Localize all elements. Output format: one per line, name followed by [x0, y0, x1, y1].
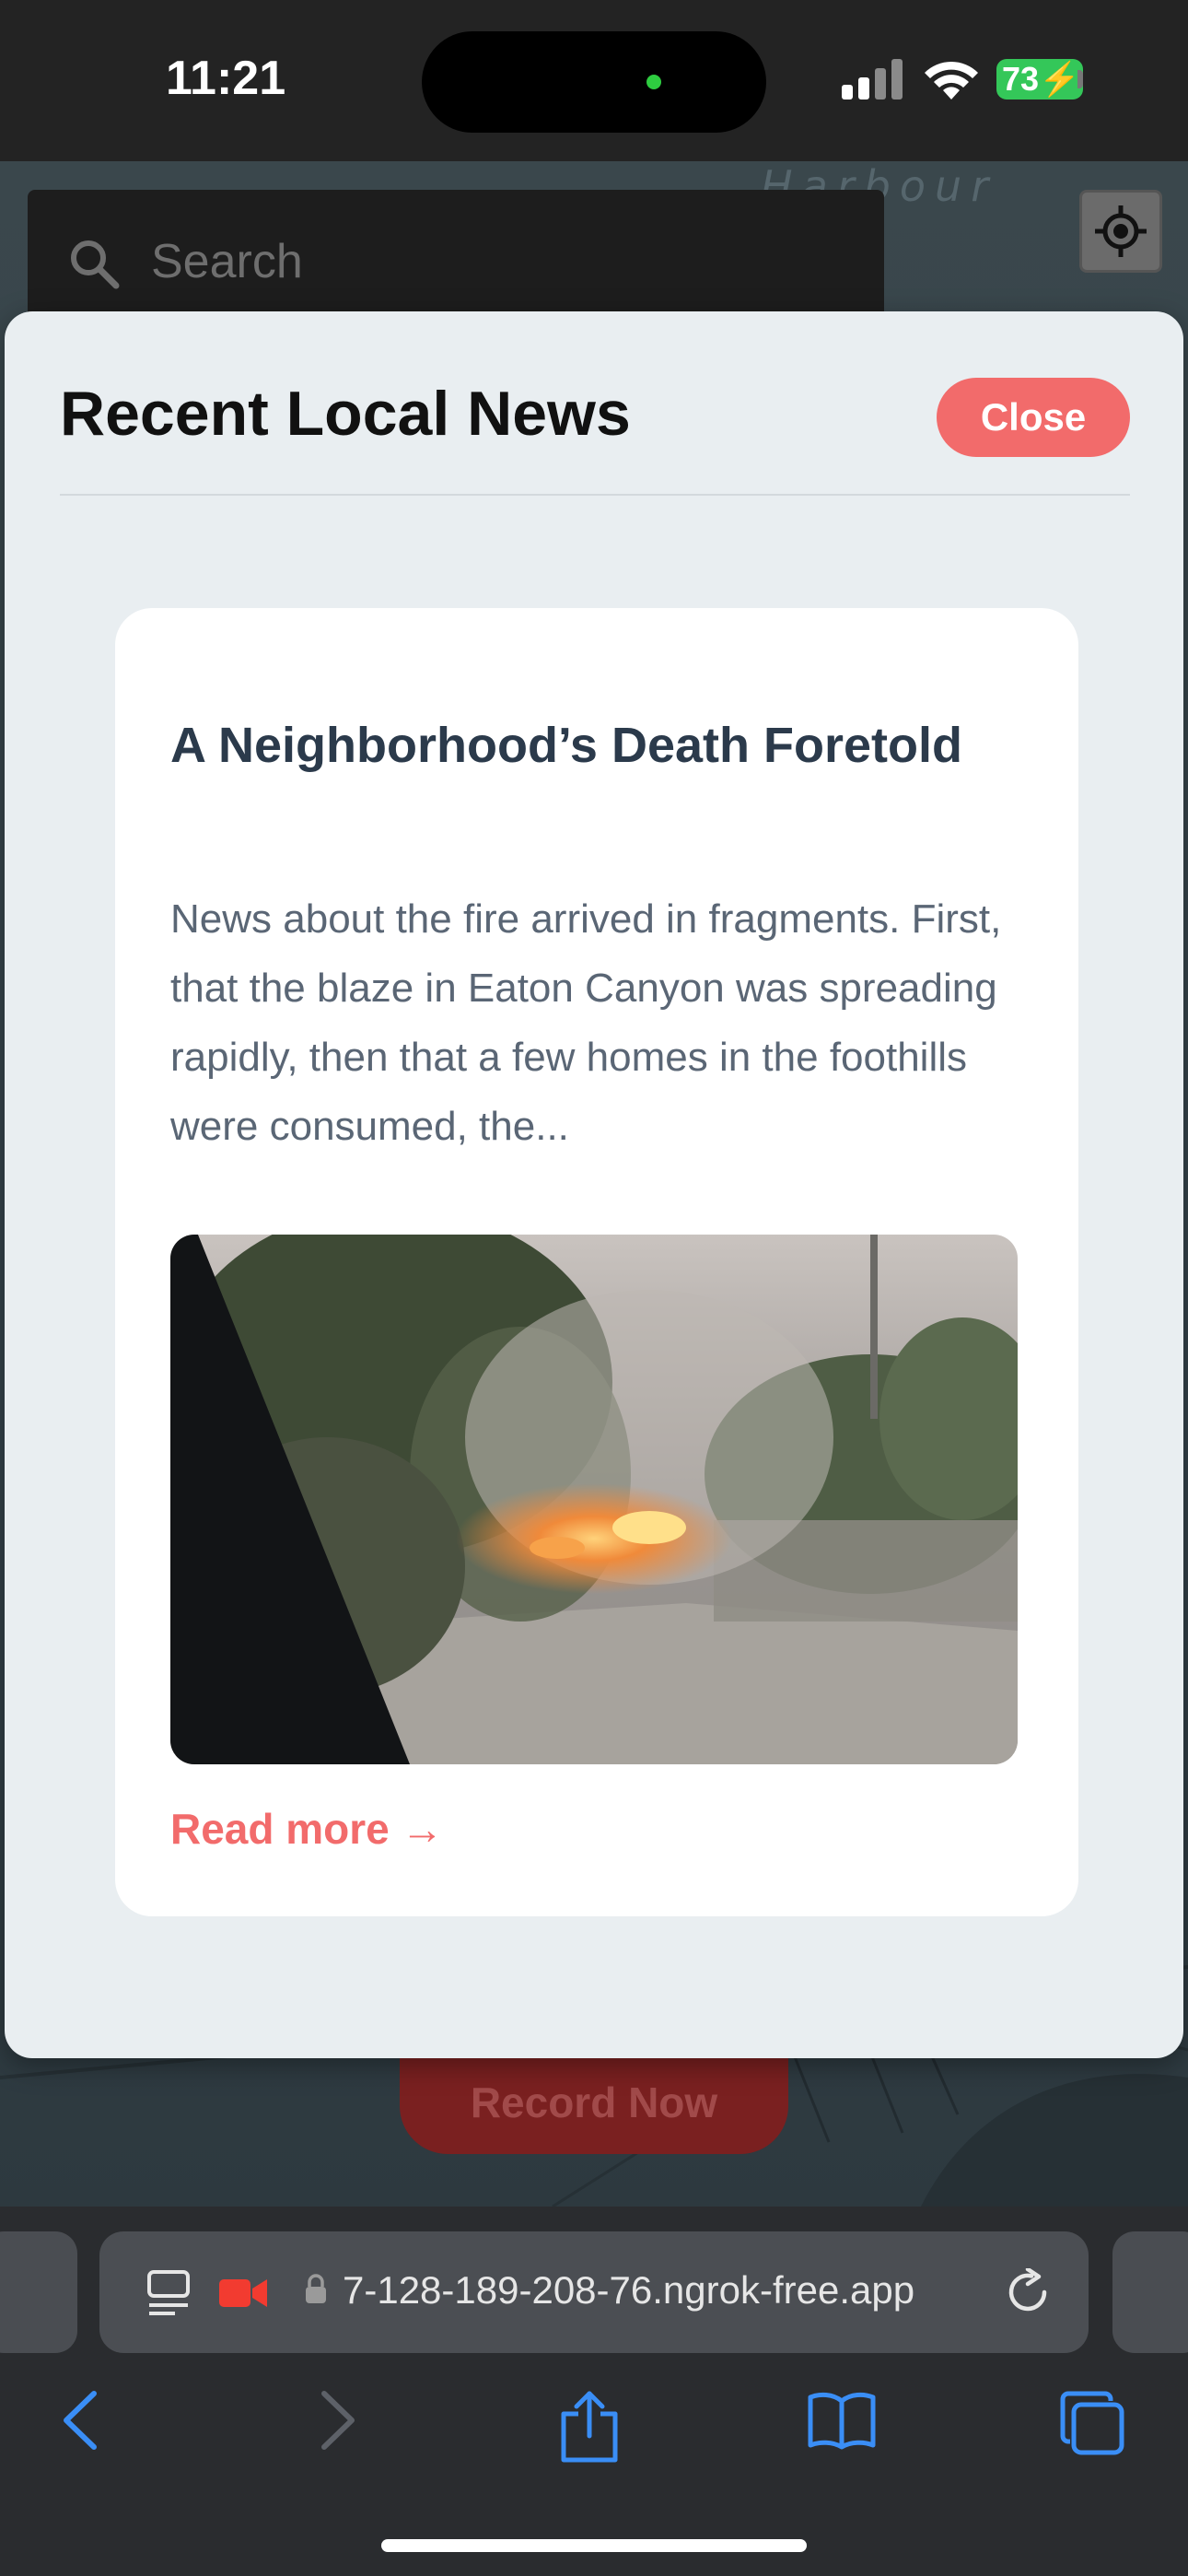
- camera-recording-icon[interactable]: [219, 2277, 267, 2309]
- map-search-box[interactable]: Search: [28, 190, 884, 328]
- search-input[interactable]: Search: [151, 234, 303, 289]
- bookmarks-icon[interactable]: [807, 2390, 877, 2451]
- forward-icon[interactable]: [315, 2390, 361, 2451]
- status-time: 11:21: [166, 52, 286, 105]
- url-text[interactable]: 7-128-189-208-76.ngrok-free.app: [343, 2268, 914, 2313]
- charging-bolt-icon: ⚡: [1039, 60, 1080, 98]
- cellular-signal-icon: [842, 59, 903, 100]
- address-bar[interactable]: 7-128-189-208-76.ngrok-free.app: [99, 2231, 1089, 2353]
- news-image-fire[interactable]: [170, 1235, 1018, 1764]
- page-menu-icon[interactable]: [147, 2270, 190, 2316]
- modal-title: Recent Local News: [60, 379, 631, 449]
- tabs-icon[interactable]: [1059, 2390, 1125, 2456]
- record-now-button[interactable]: Record Now: [400, 2058, 788, 2154]
- lock-icon: [306, 2274, 326, 2303]
- back-icon[interactable]: [57, 2390, 103, 2451]
- crosshair-icon: [1095, 205, 1147, 257]
- battery-level: 73: [1002, 60, 1040, 98]
- search-icon: [71, 240, 120, 289]
- battery-indicator: 73⚡: [996, 59, 1083, 100]
- read-more-link[interactable]: Read more →: [170, 1804, 444, 1854]
- news-excerpt: News about the fire arrived in fragments…: [170, 896, 1002, 1149]
- reload-icon[interactable]: [1004, 2268, 1052, 2316]
- news-headline[interactable]: A Neighborhood’s Death Foretold: [170, 717, 1054, 774]
- next-tab-preview[interactable]: [1112, 2231, 1188, 2353]
- battery-cap: [1077, 70, 1083, 88]
- share-icon[interactable]: [556, 2390, 623, 2464]
- modal-divider: [60, 494, 1130, 496]
- previous-tab-preview[interactable]: [0, 2231, 77, 2353]
- close-button[interactable]: Close: [937, 378, 1130, 457]
- camera-indicator-dot: [646, 75, 661, 89]
- dynamic-island: [422, 31, 766, 133]
- news-card[interactable]: A Neighborhood’s Death Foretold News abo…: [115, 608, 1078, 1916]
- locate-me-button[interactable]: [1079, 190, 1162, 273]
- home-indicator[interactable]: [381, 2539, 807, 2552]
- news-modal: Recent Local News Close A Neighborhood’s…: [5, 311, 1183, 2058]
- wifi-icon: [925, 61, 978, 100]
